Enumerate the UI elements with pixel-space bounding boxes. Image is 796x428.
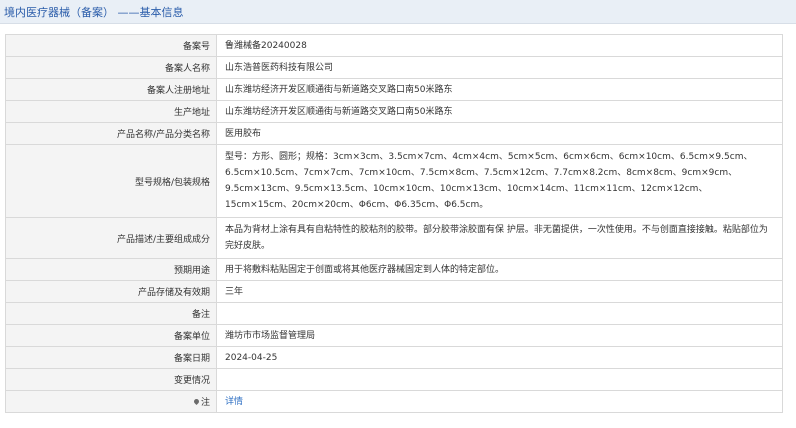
note-label: 注: [200, 398, 210, 408]
row-value-remarks: [216, 302, 783, 325]
row-value-filing-date: 2024-04-25: [216, 346, 783, 369]
table-row: 产品名称/产品分类名称 医用胶布: [5, 122, 783, 145]
row-label: 生产地址: [5, 100, 217, 123]
row-value-intended-use: 用于将敷料粘贴固定于创面或将其他医疗器械固定到人体的特定部位。: [216, 258, 783, 281]
table-row: 产品存储及有效期 三年: [5, 280, 783, 303]
table-row: 预期用途 用于将敷料粘贴固定于创面或将其他医疗器械固定到人体的特定部位。: [5, 258, 783, 281]
row-label: 备案单位: [5, 324, 217, 347]
row-value-registered-address: 山东潍坊经济开发区顺通街与新道路交叉路口南50米路东: [216, 78, 783, 101]
table-row: 注 详情: [5, 390, 783, 413]
table-row: 备案号 鲁潍械备20240028: [5, 34, 783, 57]
table-row: 备注: [5, 302, 783, 325]
table-row: 型号规格/包装规格 型号：方形、圆形；规格：3cm×3cm、3.5cm×7cm、…: [5, 144, 783, 218]
details-link[interactable]: 详情: [225, 397, 243, 407]
row-label: 型号规格/包装规格: [5, 144, 217, 218]
row-label: 备案人名称: [5, 56, 217, 79]
page-title: 境内医疗器械（备案） ——基本信息: [4, 5, 184, 19]
row-label: 变更情况: [5, 368, 217, 391]
table-row: 备案人注册地址 山东潍坊经济开发区顺通街与新道路交叉路口南50米路东: [5, 78, 783, 101]
row-label: 备案日期: [5, 346, 217, 369]
row-label: 预期用途: [5, 258, 217, 281]
row-value-storage-validity: 三年: [216, 280, 783, 303]
row-value-change-status: [216, 368, 783, 391]
table-row: 生产地址 山东潍坊经济开发区顺通街与新道路交叉路口南50米路东: [5, 100, 783, 123]
row-value-filer-name: 山东浩普医药科技有限公司: [216, 56, 783, 79]
table-row: 变更情况: [5, 368, 783, 391]
table-row: 备案单位 潍坊市市场监督管理局: [5, 324, 783, 347]
info-table-container: 备案号 鲁潍械备20240028 备案人名称 山东浩普医药科技有限公司 备案人注…: [5, 34, 783, 413]
row-value-production-address: 山东潍坊经济开发区顺通街与新道路交叉路口南50米路东: [216, 100, 783, 123]
row-label: 产品名称/产品分类名称: [5, 122, 217, 145]
row-label: 产品存储及有效期: [5, 280, 217, 303]
row-value-filing-unit: 潍坊市市场监督管理局: [216, 324, 783, 347]
row-value-description: 本品为背材上涂有具有自粘特性的胶粘剂的胶带。部分胶带涂胶面有保 护层。非无菌提供…: [216, 217, 783, 259]
row-label: 备案号: [5, 34, 217, 57]
pin-icon: [192, 397, 201, 406]
table-row: 产品描述/主要组成成分 本品为背材上涂有具有自粘特性的胶粘剂的胶带。部分胶带涂胶…: [5, 217, 783, 259]
row-value-model-spec: 型号：方形、圆形；规格：3cm×3cm、3.5cm×7cm、4cm×4cm、5c…: [216, 144, 783, 218]
row-value-product-name: 医用胶布: [216, 122, 783, 145]
row-value-filing-number: 鲁潍械备20240028: [216, 34, 783, 57]
row-label-note: 注: [5, 390, 217, 413]
table-row: 备案人名称 山东浩普医药科技有限公司: [5, 56, 783, 79]
row-value-note: 详情: [216, 390, 783, 413]
row-label: 备注: [5, 302, 217, 325]
row-label: 产品描述/主要组成成分: [5, 217, 217, 259]
row-label: 备案人注册地址: [5, 78, 217, 101]
table-row: 备案日期 2024-04-25: [5, 346, 783, 369]
page-title-bar: 境内医疗器械（备案） ——基本信息: [0, 0, 796, 24]
info-table: 备案号 鲁潍械备20240028 备案人名称 山东浩普医药科技有限公司 备案人注…: [5, 34, 783, 413]
